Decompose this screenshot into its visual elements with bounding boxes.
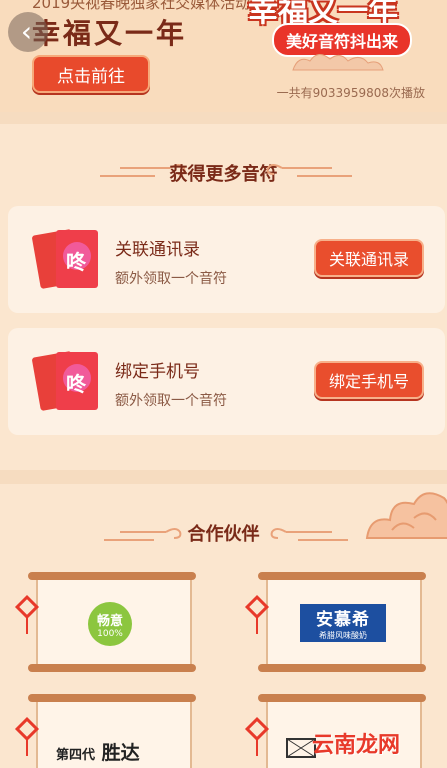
partners-section: 合作伙伴 畅意 100% 安慕希 希腊风味酸奶 第四代 胜达 xyxy=(0,484,447,768)
card-title: 关联通讯录 xyxy=(115,240,200,260)
chinese-knot-icon xyxy=(14,716,40,756)
cloud-line-right-icon xyxy=(266,164,352,177)
hero-title: 幸福又一年 xyxy=(32,17,188,50)
card-title: 绑定手机号 xyxy=(115,362,200,382)
section-heading-notes: 获得更多音符 xyxy=(169,164,278,185)
partner-logo-changyi: 畅意 100% xyxy=(88,602,132,646)
card-desc: 额外领取一个音符 xyxy=(115,393,227,409)
card-desc: 额外领取一个音符 xyxy=(115,271,227,287)
go-button[interactable]: 点击前往 xyxy=(32,55,150,93)
chinese-knot-icon xyxy=(244,716,270,756)
bind-phone-button[interactable]: 绑定手机号 xyxy=(314,361,424,399)
cloud-line-right-icon xyxy=(270,528,348,541)
link-contacts-button[interactable]: 关联通讯录 xyxy=(314,239,424,277)
more-notes-section: 获得更多音符 咚 关联通讯录 额外领取一个音符 关联通讯录 咚 绑定手机号 额外… xyxy=(0,124,447,470)
hero-banner: 2019央视春晚独家社交媒体活动 幸福又一年 点击前往 幸福又一年 美好音符抖出… xyxy=(0,0,447,112)
cloud-decoration-icon xyxy=(292,54,384,71)
play-count: 一共有9033959808次播放 xyxy=(276,86,425,100)
envelope-text: 咚 xyxy=(66,250,86,274)
partner-scroll[interactable]: 安慕希 希腊风味酸奶 xyxy=(252,572,432,672)
phone-card: 咚 绑定手机号 额外领取一个音符 绑定手机号 xyxy=(8,328,445,435)
partner-scroll[interactable]: 畅意 100% xyxy=(22,572,202,672)
partner-logo-shengda: 第四代 胜达 xyxy=(56,742,140,764)
back-button[interactable]: ‹ xyxy=(8,12,48,52)
contacts-card: 咚 关联通讯录 额外领取一个音符 关联通讯录 xyxy=(8,206,445,313)
chevron-left-icon: ‹ xyxy=(20,15,33,48)
envelope-text: 咚 xyxy=(66,372,86,396)
chinese-knot-icon xyxy=(14,594,40,634)
partner-scroll[interactable]: 第四代 胜达 xyxy=(22,694,202,768)
partner-logo-anmuxi: 安慕希 希腊风味酸奶 xyxy=(300,604,386,642)
section-heading-partners: 合作伙伴 xyxy=(187,524,260,545)
chinese-knot-icon xyxy=(244,594,270,634)
watermark: 云南龙网 xyxy=(312,733,401,758)
